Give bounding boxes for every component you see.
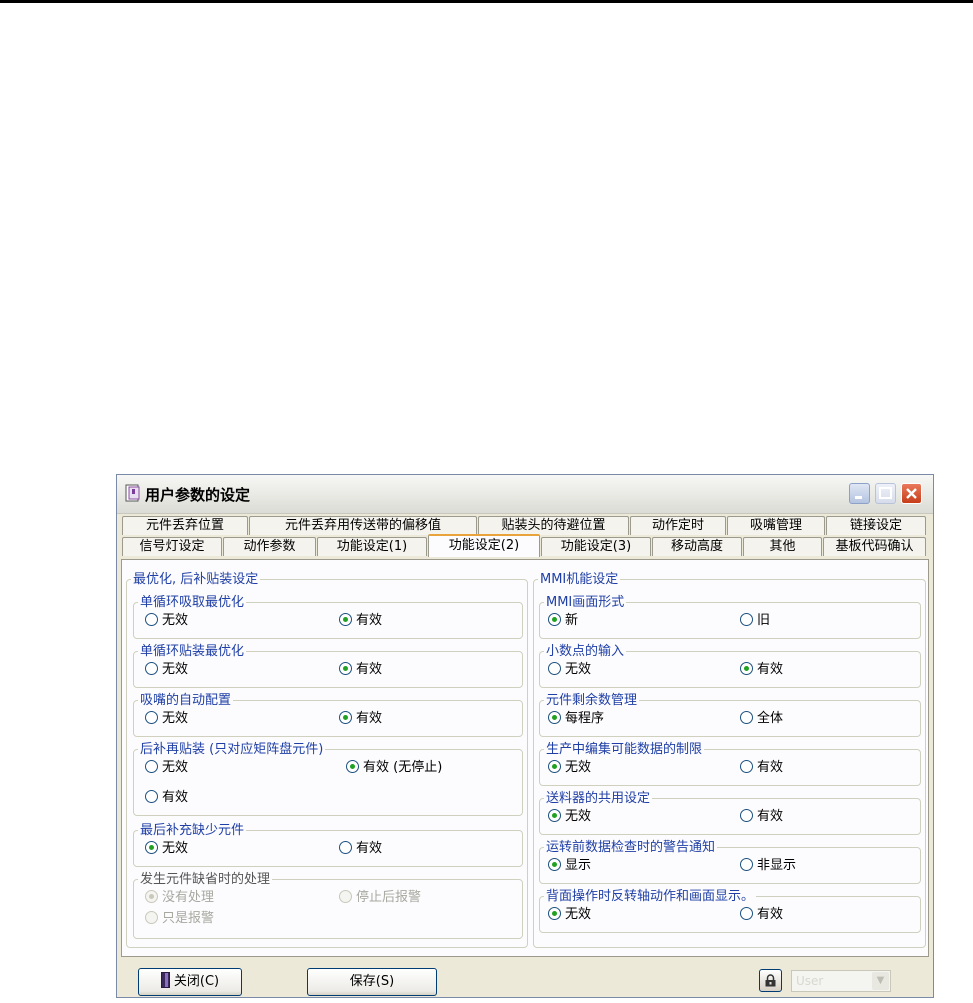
- tab-discard-conveyor-offset[interactable]: 元件丢弃用传送带的偏移值: [249, 516, 477, 535]
- tab-other[interactable]: 其他: [743, 537, 822, 556]
- tab-function-1[interactable]: 功能设定(1): [317, 537, 427, 556]
- group-mount-optimization: 单循环贴装最优化 无效 有效: [133, 644, 523, 688]
- radio-option[interactable]: 显示: [548, 858, 591, 874]
- radio-option[interactable]: 非显示: [740, 858, 796, 874]
- group-title: 发生元件缺省时的处理: [138, 872, 273, 887]
- window-title: 用户参数的设定: [145, 486, 251, 504]
- radio-option[interactable]: 有效: [740, 907, 783, 923]
- close-icon: [906, 488, 917, 499]
- tab-action-timing[interactable]: 动作定时: [630, 516, 726, 535]
- radio-option[interactable]: 无效: [145, 613, 188, 629]
- group-recovery-remount: 后补再贴装 (只对应矩阵盘元件) 无效 有效 (无停止) 有效: [133, 742, 523, 816]
- radio-option[interactable]: 有效: [740, 760, 783, 776]
- group-title: 单循环吸取最优化: [138, 595, 247, 610]
- user-parameter-window: 用户参数的设定 元件丢弃位置 元件丢弃用传送带的偏移值 贴装头的待避位置 动作定…: [116, 474, 934, 998]
- radio-option[interactable]: 有效: [339, 841, 382, 857]
- user-select: User ▼: [791, 970, 891, 992]
- optimization-section: 最优化, 后补贴装设定 单循环吸取最优化 无效 有效 单循环贴装最优化 无效 有…: [126, 572, 528, 948]
- close-window-button[interactable]: [901, 483, 922, 504]
- app-icon: [125, 484, 140, 502]
- close-button[interactable]: 关闭(C): [138, 968, 242, 996]
- radio-option[interactable]: 有效: [339, 613, 382, 629]
- chevron-down-icon: ▼: [872, 972, 889, 990]
- mmi-section: MMI机能设定 MMI画面形式 新 旧 小数点的输入 无效 有效 元件剩余数管理…: [533, 572, 926, 948]
- group-title: 最后补充缺少元件: [138, 823, 247, 838]
- group-title: 送料器的共用设定: [544, 791, 653, 806]
- group-remaining-count: 元件剩余数管理 每程序 全体: [539, 693, 921, 737]
- group-backside-operation: 背面操作时反转轴动作和画面显示。 无效 有效: [539, 889, 921, 933]
- radio-option[interactable]: 无效: [548, 907, 591, 923]
- group-feeder-sharing: 送料器的共用设定 无效 有效: [539, 791, 921, 835]
- group-missing-component-handling: 发生元件缺省时的处理 没有处理 停止后报警 只是报警: [133, 872, 523, 939]
- group-title: 小数点的输入: [544, 644, 627, 659]
- radio-option[interactable]: 有效 (无停止): [346, 760, 442, 776]
- radio-option-disabled: 没有处理: [145, 890, 214, 906]
- radio-option[interactable]: 无效: [548, 760, 591, 776]
- radio-option-disabled: 停止后报警: [339, 890, 421, 906]
- radio-option[interactable]: 无效: [145, 711, 188, 727]
- tab-board-code[interactable]: 基板代码确认: [823, 537, 926, 556]
- radio-option[interactable]: 无效: [548, 809, 591, 825]
- group-title: MMI画面形式: [544, 595, 627, 610]
- tab-action-params[interactable]: 动作参数: [223, 537, 316, 556]
- radio-option[interactable]: 无效: [145, 760, 188, 776]
- group-title: 背面操作时反转轴动作和画面显示。: [544, 889, 757, 904]
- group-title: 单循环贴装最优化: [138, 644, 247, 659]
- radio-option[interactable]: 新: [548, 613, 578, 629]
- top-rule: [0, 0, 973, 3]
- group-mmi-screen-type: MMI画面形式 新 旧: [539, 595, 921, 639]
- radio-option[interactable]: 有效: [145, 790, 188, 806]
- radio-option-disabled: 只是报警: [145, 911, 214, 927]
- group-title: 吸嘴的自动配置: [138, 693, 234, 708]
- tab-head-standby-position[interactable]: 贴装头的待避位置: [478, 516, 629, 535]
- radio-option[interactable]: 有效: [339, 662, 382, 678]
- radio-option[interactable]: 无效: [145, 662, 188, 678]
- radio-option[interactable]: 有效: [740, 662, 783, 678]
- save-button[interactable]: 保存(S): [307, 968, 437, 996]
- radio-option[interactable]: 全体: [740, 711, 783, 727]
- group-title: 后补再贴装 (只对应矩阵盘元件): [138, 742, 326, 757]
- tab-discard-position[interactable]: 元件丢弃位置: [122, 516, 248, 535]
- tab-function-3[interactable]: 功能设定(3): [541, 537, 651, 556]
- group-nozzle-auto-config: 吸嘴的自动配置 无效 有效: [133, 693, 523, 737]
- tab-page-function-2: 最优化, 后补贴装设定 单循环吸取最优化 无效 有效 单循环贴装最优化 无效 有…: [121, 559, 929, 957]
- tab-function-2[interactable]: 功能设定(2): [428, 534, 540, 557]
- group-precheck-warning: 运转前数据检查时的警告通知 显示 非显示: [539, 840, 921, 884]
- title-bar[interactable]: 用户参数的设定: [117, 475, 933, 514]
- minimize-icon: [855, 496, 862, 499]
- tab-move-height[interactable]: 移动高度: [652, 537, 742, 556]
- group-title: 生产中编集可能数据的制限: [544, 742, 705, 757]
- radio-option[interactable]: 无效: [145, 841, 188, 857]
- maximize-button[interactable]: [875, 483, 896, 504]
- group-pick-optimization: 单循环吸取最优化 无效 有效: [133, 595, 523, 639]
- group-decimal-input: 小数点的输入 无效 有效: [539, 644, 921, 688]
- maximize-icon: [879, 487, 892, 499]
- group-title: 元件剩余数管理: [544, 693, 640, 708]
- group-edit-restriction: 生产中编集可能数据的制限 无效 有效: [539, 742, 921, 786]
- radio-option[interactable]: 每程序: [548, 711, 604, 727]
- section-title: 最优化, 后补贴装设定: [131, 572, 261, 587]
- group-title: 运转前数据检查时的警告通知: [544, 840, 718, 855]
- lock-icon: [765, 974, 776, 987]
- tab-signal-light[interactable]: 信号灯设定: [122, 537, 222, 556]
- group-final-supplement: 最后补充缺少元件 无效 有效: [133, 823, 523, 867]
- lock-button[interactable]: [759, 969, 782, 992]
- door-icon: [160, 972, 170, 988]
- radio-option[interactable]: 有效: [740, 809, 783, 825]
- tab-nozzle-management[interactable]: 吸嘴管理: [727, 516, 825, 535]
- radio-option[interactable]: 有效: [339, 711, 382, 727]
- tab-link-settings[interactable]: 链接设定: [826, 516, 926, 535]
- radio-option[interactable]: 无效: [548, 662, 591, 678]
- minimize-button[interactable]: [849, 483, 870, 504]
- radio-option[interactable]: 旧: [740, 613, 770, 629]
- section-title: MMI机能设定: [538, 572, 621, 587]
- user-select-value: User: [796, 974, 824, 988]
